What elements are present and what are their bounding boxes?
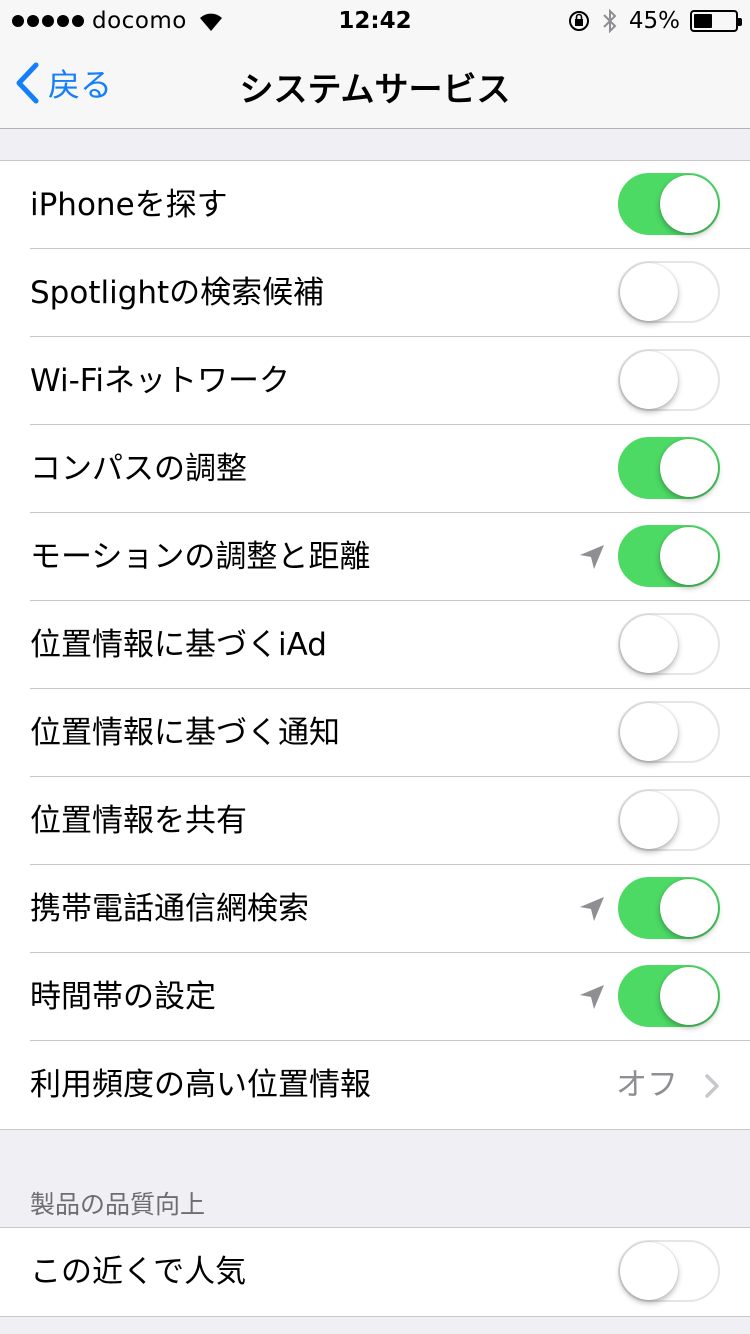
row-label: Wi-Fiネットワーク bbox=[30, 363, 290, 399]
chevron-right-icon bbox=[705, 1074, 719, 1098]
row-value: オフ bbox=[616, 1067, 678, 1103]
rotation-lock-icon bbox=[568, 11, 589, 31]
row-label: 位置情報に基づく通知 bbox=[30, 715, 340, 751]
toggle-switch[interactable] bbox=[618, 789, 720, 851]
row-label: この近くで人気 bbox=[30, 1254, 247, 1290]
list-item: この近くで人気 bbox=[0, 1228, 750, 1316]
row-label: 位置情報を共有 bbox=[30, 803, 247, 839]
toggle-knob bbox=[620, 703, 678, 761]
toggle-switch[interactable] bbox=[618, 701, 720, 763]
toggle-switch[interactable] bbox=[618, 877, 720, 939]
toggle-knob bbox=[620, 791, 678, 849]
list-item: 位置情報に基づく通知 bbox=[0, 689, 750, 777]
toggle-knob bbox=[660, 879, 718, 937]
product-improvement-list: この近くで人気 bbox=[0, 1227, 750, 1317]
location-arrow-icon bbox=[580, 897, 604, 921]
row-label: 位置情報に基づくiAd bbox=[30, 627, 327, 663]
system-services-list: iPhoneを探す Spotlightの検索候補 Wi-Fiネットワーク コンパスの調… bbox=[0, 160, 750, 1130]
toggle-switch[interactable] bbox=[618, 613, 720, 675]
status-right-group: 45% bbox=[567, 8, 742, 34]
list-item: コンパスの調整 bbox=[0, 425, 750, 513]
toggle-switch[interactable] bbox=[618, 525, 720, 587]
battery-icon bbox=[690, 10, 742, 32]
toggle-switch[interactable] bbox=[618, 965, 720, 1027]
toggle-switch[interactable] bbox=[618, 349, 720, 411]
page-title: システムサービス bbox=[239, 70, 511, 110]
bluetooth-icon bbox=[603, 8, 617, 34]
list-item[interactable]: 利用頻度の高い位置情報 オフ bbox=[0, 1041, 750, 1129]
toggle-switch[interactable] bbox=[618, 437, 720, 499]
toggle-switch[interactable] bbox=[618, 261, 720, 323]
toggle-knob bbox=[620, 263, 678, 321]
row-label: Spotlightの検索候補 bbox=[30, 275, 325, 311]
list-item: Spotlightの検索候補 bbox=[0, 249, 750, 337]
row-label: モーションの調整と距離 bbox=[30, 539, 371, 575]
toggle-knob bbox=[660, 527, 718, 585]
row-label: コンパスの調整 bbox=[30, 451, 247, 487]
toggle-knob bbox=[660, 175, 718, 233]
list-item: 位置情報に基づくiAd bbox=[0, 601, 750, 689]
navigation-bar: 戻る システムサービス bbox=[0, 40, 750, 129]
list-item: Wi-Fiネットワーク bbox=[0, 337, 750, 425]
list-item: 携帯電話通信網検索 bbox=[0, 865, 750, 953]
status-bar: docomo 12:42 45% bbox=[0, 0, 750, 40]
toggle-knob bbox=[620, 615, 678, 673]
toggle-knob bbox=[660, 439, 718, 497]
list-item: iPhoneを探す bbox=[0, 161, 750, 249]
toggle-knob bbox=[620, 1242, 678, 1300]
battery-percent: 45% bbox=[628, 8, 680, 34]
row-label: 時間帯の設定 bbox=[30, 979, 216, 1015]
list-item: 位置情報を共有 bbox=[0, 777, 750, 865]
list-item: モーションの調整と距離 bbox=[0, 513, 750, 601]
location-arrow-icon bbox=[580, 545, 604, 569]
row-label: 利用頻度の高い位置情報 bbox=[30, 1067, 371, 1103]
location-arrow-icon bbox=[580, 985, 604, 1009]
toggle-switch[interactable] bbox=[618, 173, 720, 235]
toggle-switch[interactable] bbox=[618, 1240, 720, 1302]
section-header: 製品の品質向上 bbox=[30, 1190, 206, 1219]
toggle-knob bbox=[660, 967, 718, 1025]
row-label: iPhoneを探す bbox=[30, 187, 228, 223]
row-label: 携帯電話通信網検索 bbox=[30, 891, 309, 927]
list-item: 時間帯の設定 bbox=[0, 953, 750, 1041]
toggle-knob bbox=[620, 351, 678, 409]
battery-level-fill bbox=[694, 14, 712, 28]
